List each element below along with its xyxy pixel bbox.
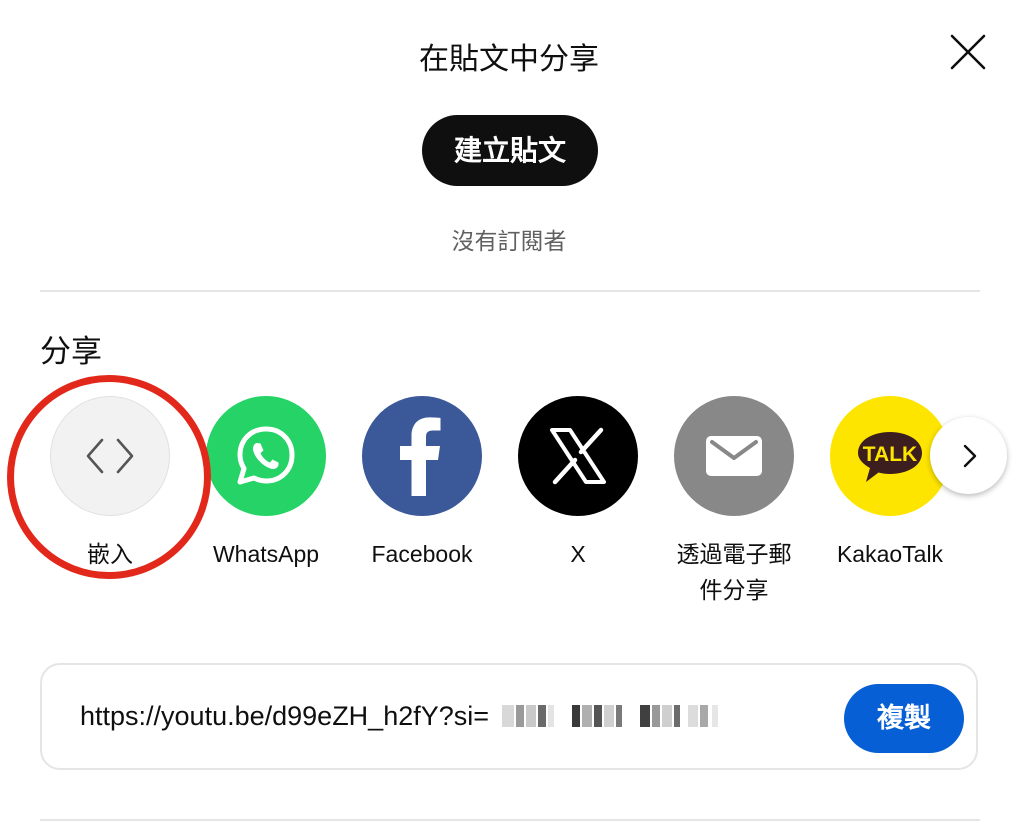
share-next-button[interactable] (930, 417, 1007, 494)
embed-icon-circle (50, 396, 170, 516)
dialog-title: 在貼文中分享 (419, 42, 599, 77)
chevron-right-icon (963, 444, 976, 467)
share-url[interactable]: https://youtu.be/d99eZH_h2fY?si= (80, 701, 489, 732)
embed-code-icon (86, 438, 134, 474)
svg-text:TALK: TALK (863, 443, 917, 466)
share-target-label: X (570, 541, 586, 567)
whatsapp-icon (237, 426, 295, 485)
facebook-icon (400, 417, 441, 496)
share-target-label: 透過電子郵 件分享 (659, 536, 809, 608)
share-target-label: Facebook (371, 541, 473, 567)
x-icon-circle (518, 396, 638, 516)
create-post-button[interactable]: 建立貼文 (422, 115, 598, 186)
share-embed-button[interactable]: 嵌入 (35, 396, 185, 572)
divider (40, 819, 980, 821)
share-facebook-button[interactable]: Facebook (347, 396, 497, 572)
redacted-url-part (502, 705, 724, 727)
share-target-label: WhatsApp (212, 541, 320, 567)
copy-button[interactable]: 複製 (844, 684, 964, 753)
share-link-box: https://youtu.be/d99eZH_h2fY?si= 複製 (40, 663, 978, 770)
close-button[interactable] (944, 28, 992, 76)
close-icon (950, 34, 986, 70)
share-target-label: 嵌入 (87, 541, 133, 567)
email-icon (706, 436, 762, 476)
divider (40, 290, 980, 292)
share-email-button[interactable]: 透過電子郵 件分享 (659, 396, 809, 608)
share-whatsapp-button[interactable]: WhatsApp (191, 396, 341, 572)
email-label-line1: 透過電子郵 (676, 541, 792, 567)
x-logo-icon (550, 427, 606, 485)
whatsapp-icon-circle (206, 396, 326, 516)
email-icon-circle (674, 396, 794, 516)
share-heading: 分享 (40, 334, 102, 370)
subscribers-status: 沒有訂閱者 (451, 229, 567, 255)
facebook-icon-circle (362, 396, 482, 516)
share-x-button[interactable]: X (503, 396, 653, 572)
email-label-line2: 件分享 (699, 577, 769, 603)
share-target-label: KakaoTalk (836, 541, 944, 567)
